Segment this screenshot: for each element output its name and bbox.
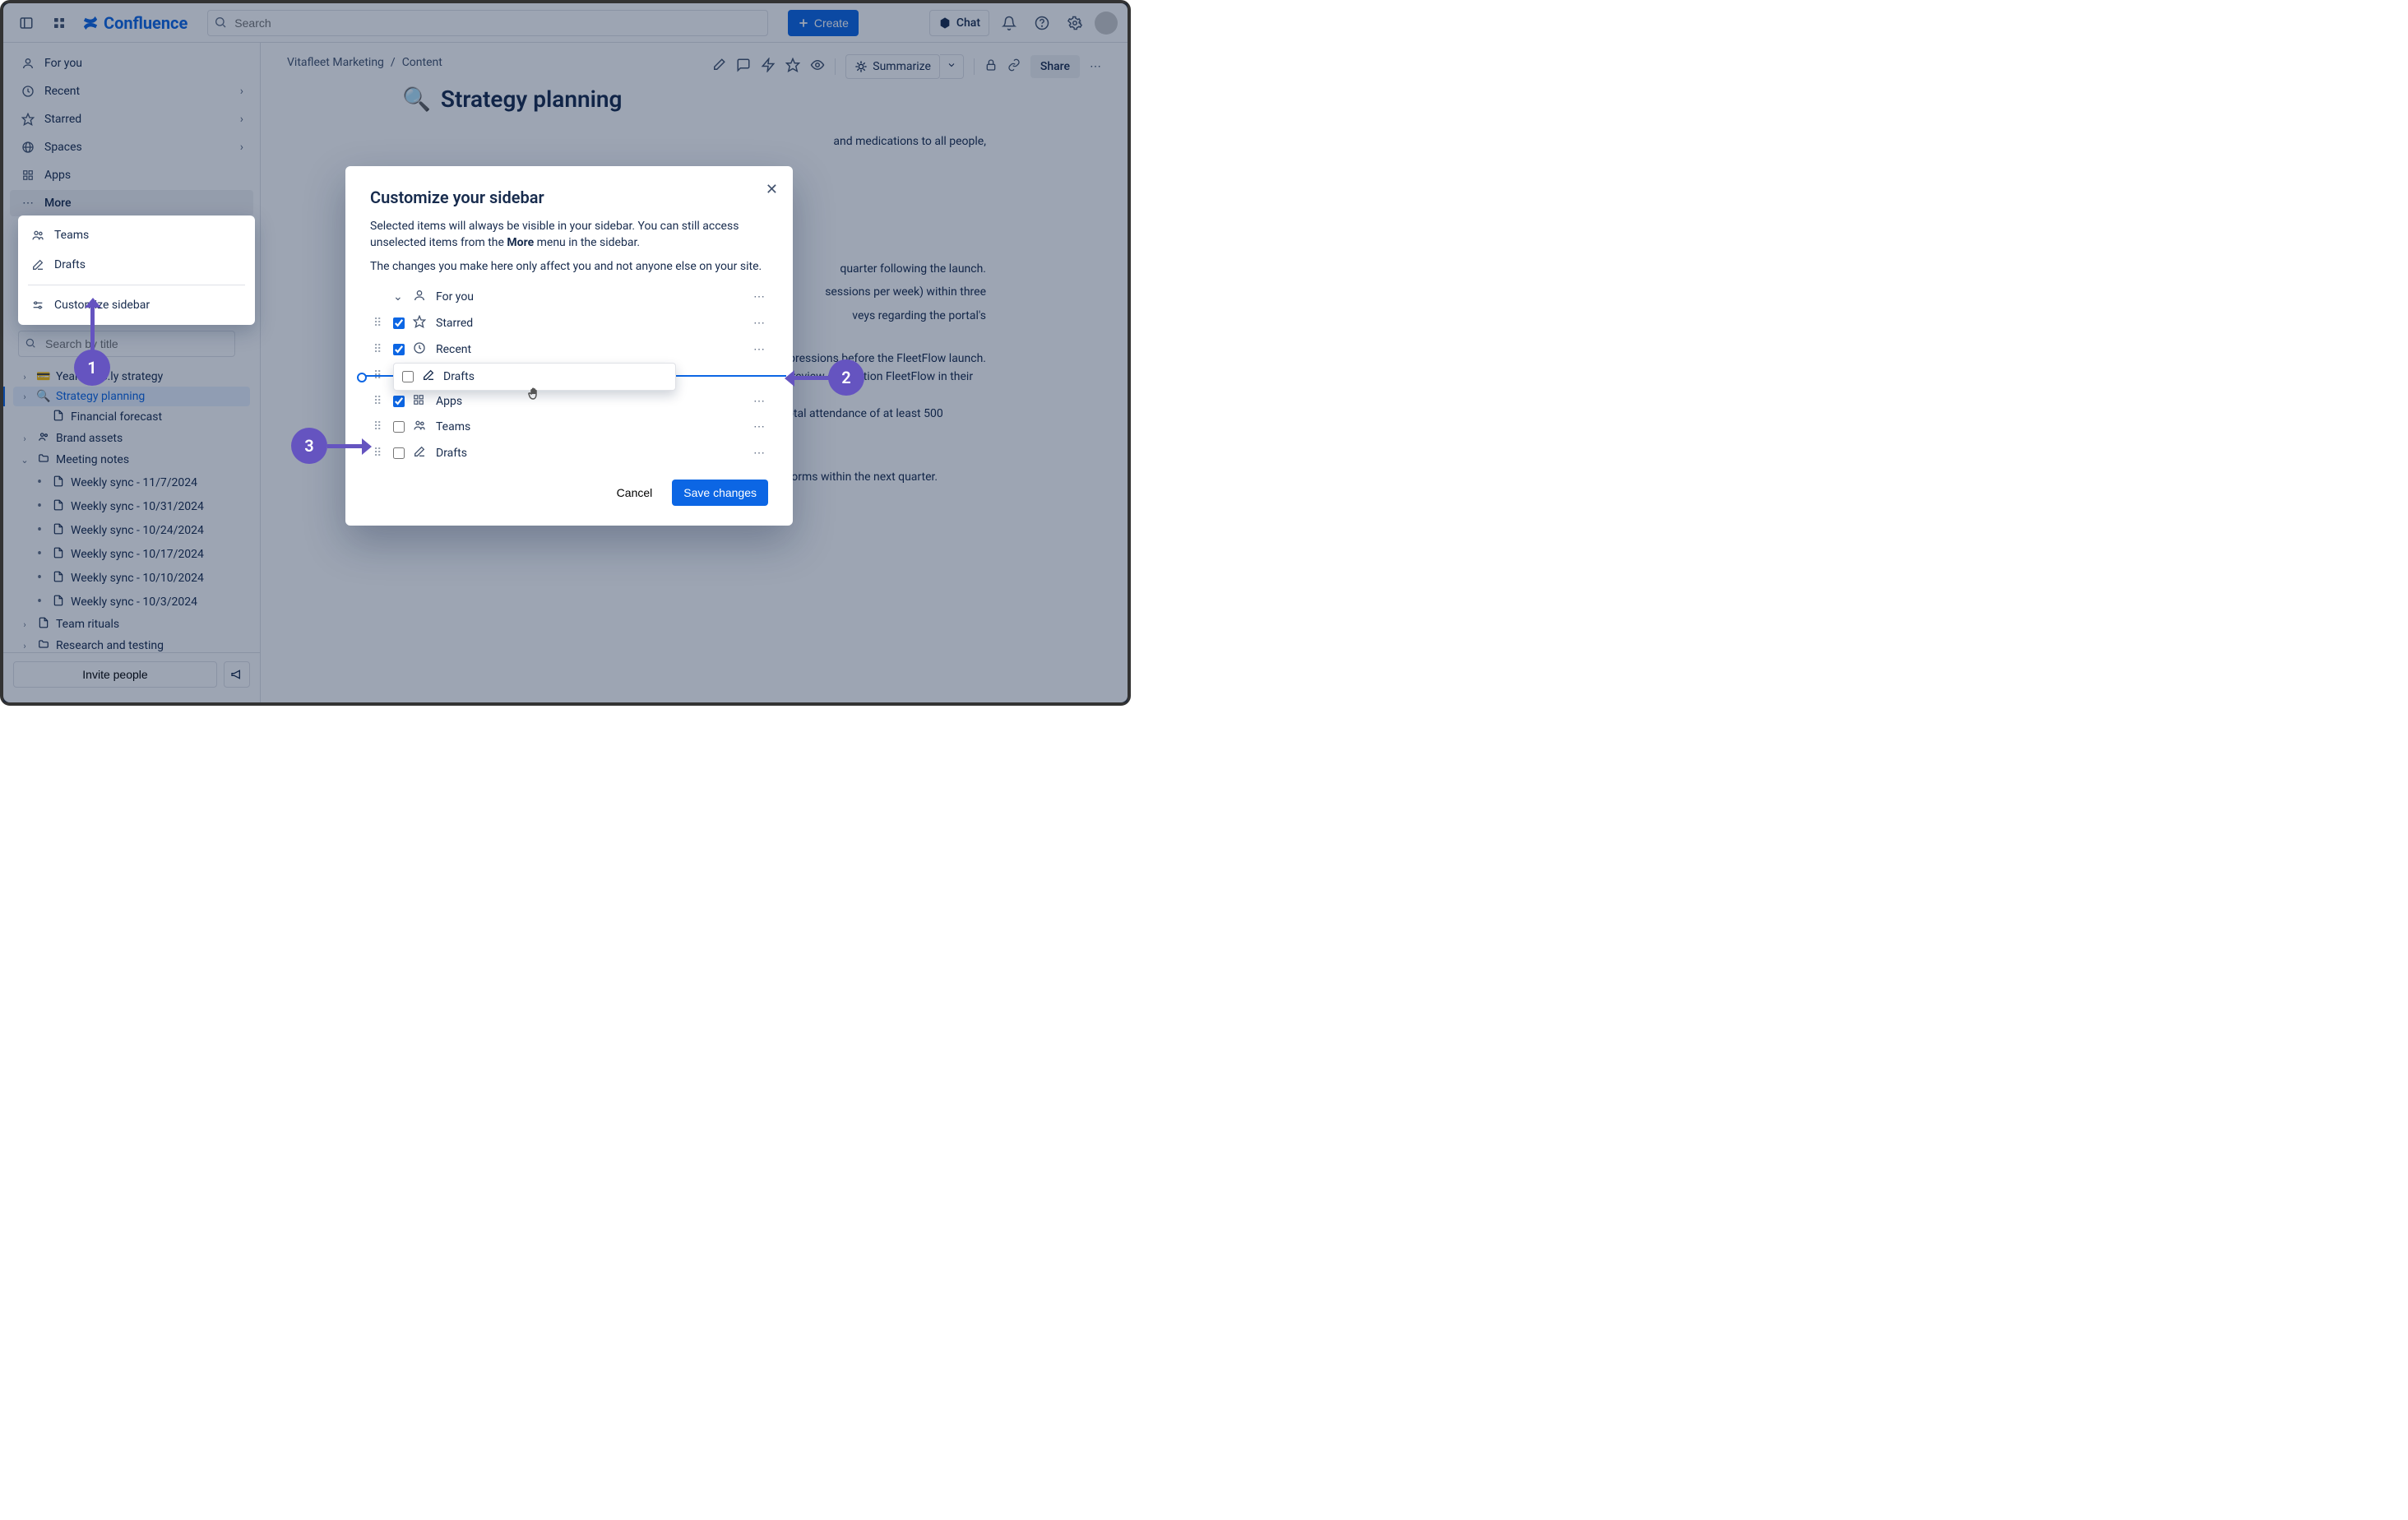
save-changes-button[interactable]: Save changes [672, 480, 768, 506]
drag-checkbox [402, 371, 414, 382]
sliders-icon [30, 297, 46, 313]
drag-handle-icon[interactable]: ⠿ [373, 447, 385, 460]
apps-checkbox[interactable] [393, 396, 405, 407]
drafts-icon [413, 445, 428, 461]
grab-cursor-icon [526, 387, 541, 405]
customize-sidebar-modal: ✕ Customize your sidebar Selected items … [345, 166, 793, 526]
check-icon: ⌄ [393, 290, 405, 304]
callout-2: 2 [828, 359, 864, 396]
modal-item-drafts[interactable]: ⠿Drafts⋯ [370, 440, 768, 466]
modal-desc-2: The changes you make here only affect yo… [370, 259, 768, 276]
recent-checkbox[interactable] [393, 344, 405, 355]
more-popover: Teams Drafts Customize sidebar [18, 215, 255, 325]
modal-item-starred[interactable]: ⠿Starred⋯ [370, 310, 768, 336]
starred-checkbox[interactable] [393, 317, 405, 329]
modal-item-for-you[interactable]: ⌄For you⋯ [370, 284, 768, 310]
more-icon[interactable]: ⋯ [753, 447, 765, 460]
drag-handle-icon[interactable]: ⠿ [373, 343, 385, 356]
drafts-icon [422, 368, 435, 385]
more-icon[interactable]: ⋯ [753, 343, 765, 356]
cancel-button[interactable]: Cancel [607, 480, 663, 506]
more-icon[interactable]: ⋯ [753, 395, 765, 408]
person-icon [413, 289, 428, 305]
drag-handle-icon[interactable]: ⠿ [373, 395, 385, 408]
drag-handle-icon[interactable]: ⠿ [373, 317, 385, 330]
modal-item-teams[interactable]: ⠿Teams⋯ [370, 414, 768, 440]
teams-icon [30, 227, 46, 243]
callout-1: 1 [74, 350, 110, 386]
drag-handle-icon[interactable]: ⠿ [373, 420, 385, 433]
modal-desc-1: Selected items will always be visible in… [370, 219, 768, 251]
apps-icon [413, 394, 428, 409]
more-icon[interactable]: ⋯ [753, 420, 765, 433]
drafts-checkbox[interactable] [393, 447, 405, 459]
clock-icon [413, 341, 428, 358]
popover-teams[interactable]: Teams [18, 220, 255, 250]
teams-icon [413, 419, 428, 435]
callout-3: 3 [291, 428, 327, 464]
popover-drafts[interactable]: Drafts [18, 250, 255, 280]
close-icon[interactable]: ✕ [766, 181, 778, 198]
teams-checkbox[interactable] [393, 421, 405, 433]
more-icon[interactable]: ⋯ [753, 290, 765, 304]
modal-item-recent[interactable]: ⠿Recent⋯ [370, 336, 768, 363]
modal-item-apps[interactable]: ⠿Apps⋯ [370, 389, 768, 414]
popover-customize[interactable]: Customize sidebar [18, 290, 255, 320]
modal-title: Customize your sidebar [370, 188, 768, 207]
drafts-icon [30, 257, 46, 273]
star-icon [413, 315, 428, 331]
more-icon[interactable]: ⋯ [753, 317, 765, 330]
